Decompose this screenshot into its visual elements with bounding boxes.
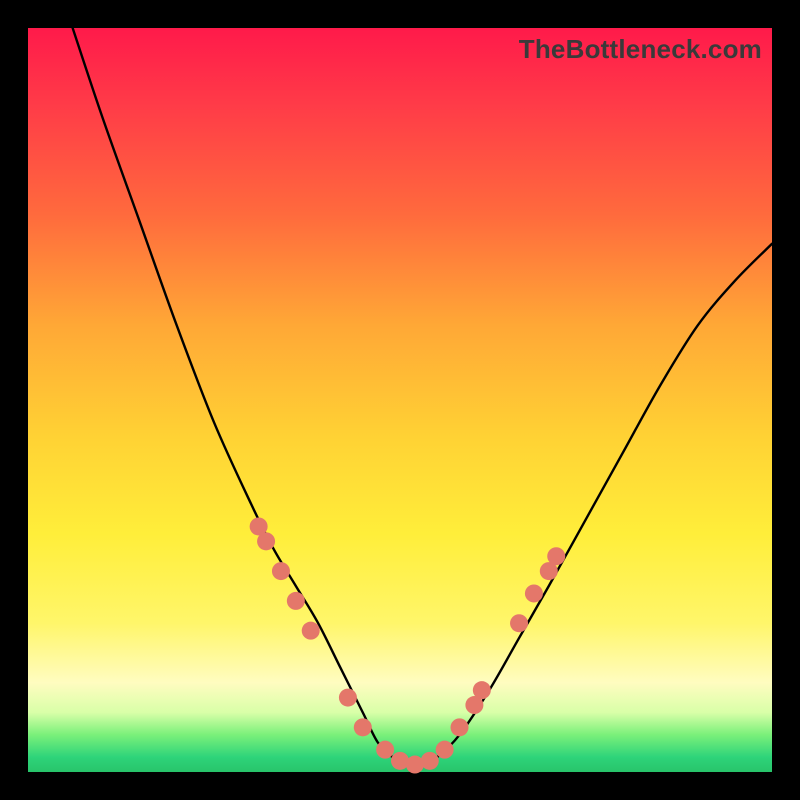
highlight-dots bbox=[250, 517, 566, 773]
marker-dot bbox=[421, 752, 439, 770]
marker-dot bbox=[510, 614, 528, 632]
marker-dot bbox=[547, 547, 565, 565]
bottleneck-curve bbox=[73, 28, 772, 765]
marker-dot bbox=[339, 689, 357, 707]
marker-dot bbox=[473, 681, 491, 699]
marker-dot bbox=[436, 741, 454, 759]
curve-svg bbox=[28, 28, 772, 772]
marker-dot bbox=[272, 562, 290, 580]
marker-dot bbox=[257, 532, 275, 550]
marker-dot bbox=[287, 592, 305, 610]
plot-area: TheBottleneck.com bbox=[28, 28, 772, 772]
marker-dot bbox=[376, 741, 394, 759]
marker-dot bbox=[451, 718, 469, 736]
marker-dot bbox=[525, 584, 543, 602]
marker-dot bbox=[302, 622, 320, 640]
marker-dot bbox=[354, 718, 372, 736]
chart-frame: TheBottleneck.com bbox=[0, 0, 800, 800]
